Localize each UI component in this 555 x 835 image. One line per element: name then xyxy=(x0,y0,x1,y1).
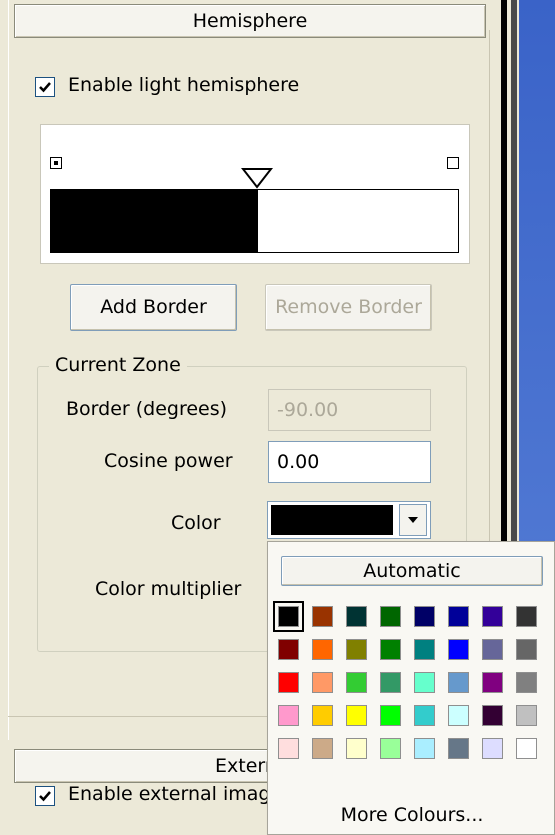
color-swatch[interactable] xyxy=(380,672,401,693)
color-swatch[interactable] xyxy=(414,639,435,660)
color-swatch[interactable] xyxy=(482,705,503,726)
color-swatch[interactable] xyxy=(516,606,537,627)
color-picker[interactable] xyxy=(267,501,431,539)
color-swatch[interactable] xyxy=(448,672,469,693)
hemisphere-zone-editor[interactable] xyxy=(40,124,470,264)
color-swatch[interactable] xyxy=(414,672,435,693)
enable-external-label: Enable external imag xyxy=(68,783,271,805)
color-swatch-grid xyxy=(273,601,555,786)
color-multiplier-label: Color multiplier xyxy=(95,578,242,600)
color-swatch[interactable] xyxy=(482,738,503,759)
color-swatch-current xyxy=(271,505,393,535)
color-swatch[interactable] xyxy=(482,672,503,693)
color-swatch[interactable] xyxy=(516,738,537,759)
color-swatch[interactable] xyxy=(414,705,435,726)
color-popup: Automatic More Colours... xyxy=(267,541,555,835)
more-colours-link[interactable]: More Colours... xyxy=(268,804,555,826)
zone-bar xyxy=(50,189,459,253)
panel-left-border xyxy=(8,0,9,740)
checkmark-icon xyxy=(39,791,51,802)
color-swatch[interactable] xyxy=(312,606,333,627)
color-swatch[interactable] xyxy=(346,705,367,726)
color-swatch[interactable] xyxy=(278,639,299,660)
hemisphere-section-header[interactable]: Hemisphere xyxy=(14,4,486,38)
color-swatch[interactable] xyxy=(448,705,469,726)
cosine-power-field[interactable]: 0.00 xyxy=(268,441,431,483)
color-swatch[interactable] xyxy=(448,738,469,759)
color-swatch[interactable] xyxy=(414,738,435,759)
remove-border-button[interactable]: Remove Border xyxy=(265,284,432,331)
checkmark-icon xyxy=(39,82,51,93)
left-handle[interactable] xyxy=(50,157,62,169)
add-border-button[interactable]: Add Border xyxy=(70,284,237,331)
right-handle[interactable] xyxy=(447,157,459,169)
color-swatch[interactable] xyxy=(448,639,469,660)
color-swatch[interactable] xyxy=(312,639,333,660)
color-swatch[interactable] xyxy=(312,705,333,726)
color-swatch[interactable] xyxy=(448,606,469,627)
color-swatch[interactable] xyxy=(414,606,435,627)
color-swatch[interactable] xyxy=(482,639,503,660)
color-swatch[interactable] xyxy=(380,639,401,660)
enable-external-checkbox[interactable] xyxy=(35,786,55,806)
color-label: Color xyxy=(171,512,221,534)
border-marker-icon[interactable] xyxy=(241,167,273,189)
color-dropdown-button[interactable] xyxy=(399,504,427,536)
enable-hemisphere-label: Enable light hemisphere xyxy=(68,74,300,96)
color-swatch[interactable] xyxy=(346,738,367,759)
color-swatch[interactable] xyxy=(278,705,299,726)
color-swatch[interactable] xyxy=(312,672,333,693)
color-swatch[interactable] xyxy=(380,606,401,627)
color-swatch[interactable] xyxy=(380,705,401,726)
zone-black xyxy=(51,190,258,252)
hemisphere-title: Hemisphere xyxy=(192,10,308,32)
color-swatch[interactable] xyxy=(273,601,304,632)
color-swatch[interactable] xyxy=(380,738,401,759)
color-swatch[interactable] xyxy=(312,738,333,759)
color-swatch[interactable] xyxy=(278,738,299,759)
color-swatch[interactable] xyxy=(346,672,367,693)
color-swatch[interactable] xyxy=(278,672,299,693)
border-degrees-field[interactable]: -90.00 xyxy=(268,389,431,431)
cosine-power-label: Cosine power xyxy=(104,450,233,472)
current-zone-title: Current Zone xyxy=(49,354,187,376)
color-swatch[interactable] xyxy=(346,639,367,660)
color-swatch[interactable] xyxy=(482,606,503,627)
color-swatch[interactable] xyxy=(516,705,537,726)
color-swatch[interactable] xyxy=(516,672,537,693)
color-swatch[interactable] xyxy=(516,639,537,660)
color-swatch[interactable] xyxy=(346,606,367,627)
left-handle-dot xyxy=(54,161,58,165)
automatic-color-button[interactable]: Automatic xyxy=(281,556,543,586)
border-degrees-label: Border (degrees) xyxy=(66,398,228,420)
chevron-down-icon xyxy=(408,517,418,523)
enable-hemisphere-checkbox[interactable] xyxy=(35,77,55,97)
